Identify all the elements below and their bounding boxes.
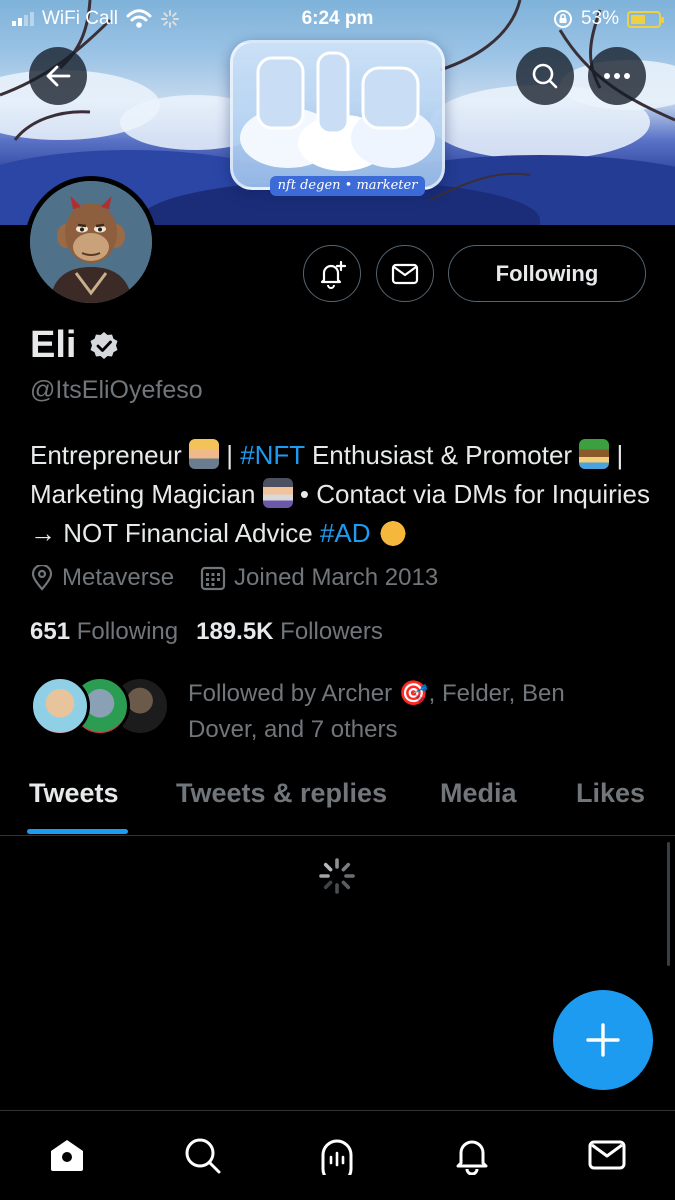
search-icon — [185, 1138, 221, 1174]
tab-likes[interactable]: Likes — [576, 778, 645, 809]
search-button[interactable] — [516, 47, 574, 105]
profile-tabs: Tweets Tweets & replies Media Likes — [0, 760, 675, 836]
back-arrow-icon — [46, 65, 71, 87]
banner-logo — [230, 40, 445, 190]
more-options-button[interactable] — [588, 47, 646, 105]
location-pin-icon — [31, 565, 53, 591]
mutual-avatar-1 — [30, 676, 90, 736]
active-tab-indicator — [27, 829, 128, 834]
following-count: 651 — [30, 618, 71, 645]
tab-media[interactable]: Media — [440, 778, 517, 809]
hashtag-nft-link[interactable]: #NFT — [240, 440, 305, 470]
tab-tweets[interactable]: Tweets — [29, 778, 119, 809]
followers-count-link[interactable]: 189.5K Followers — [196, 618, 383, 646]
handshake-emoji-icon — [377, 517, 408, 547]
desert-island-emoji-icon — [579, 439, 610, 469]
followed-by-text: Followed by Archer 🎯, Felder, Ben Dover,… — [188, 680, 565, 743]
joined-date-label: Joined March 2013 — [234, 564, 439, 591]
compose-tweet-button[interactable] — [553, 990, 653, 1090]
bio-text: | — [218, 440, 241, 470]
banner-tagline: nft degen • marketer — [270, 176, 425, 196]
bio-text: Entrepreneur — [30, 440, 189, 470]
technologist-emoji-icon — [188, 439, 219, 469]
profile-handle: @ItsEliOyefeso — [30, 376, 203, 404]
tab-tweets-and-replies[interactable]: Tweets & replies — [176, 778, 387, 809]
profile-name: Eli — [30, 324, 77, 366]
loading-spinner-icon — [319, 858, 355, 894]
hashtag-ad-link[interactable]: #AD — [320, 518, 371, 548]
profile-bio: Entrepreneur | #NFT Enthusiast & Promote… — [30, 436, 650, 553]
mage-emoji-icon — [262, 478, 293, 508]
battery-icon — [627, 10, 664, 28]
messages-icon — [588, 1140, 626, 1170]
follow-counts: 651 Following 189.5K Followers — [30, 618, 383, 646]
status-bar: WiFi Call 6:24 pm 53% — [0, 0, 675, 38]
envelope-icon — [391, 263, 419, 284]
following-button[interactable]: Following — [448, 245, 646, 302]
notify-button[interactable] — [303, 245, 361, 302]
nav-messages[interactable] — [585, 1133, 629, 1177]
followed-by-section[interactable]: Followed by Archer 🎯, Felder, Ben Dover,… — [30, 676, 608, 748]
battery-percent: 53% — [580, 8, 619, 29]
calendar-icon — [200, 566, 226, 591]
verified-badge-icon — [90, 331, 118, 359]
bio-text: Enthusiast & Promoter — [304, 440, 580, 470]
nav-search[interactable] — [180, 1133, 224, 1177]
profile-name-row: Eli — [30, 324, 120, 367]
back-button[interactable] — [29, 47, 87, 105]
mutual-followers-avatars — [30, 676, 170, 742]
more-dots-icon — [604, 73, 630, 79]
plus-icon — [586, 1023, 620, 1057]
followers-label: Followers — [280, 618, 383, 645]
location-label: Metaverse — [62, 564, 175, 591]
nav-spaces[interactable] — [315, 1133, 359, 1177]
notifications-icon — [456, 1140, 488, 1175]
nav-home[interactable] — [45, 1133, 89, 1177]
bell-plus-icon — [320, 260, 347, 289]
orientation-lock-icon — [553, 10, 572, 28]
following-count-link[interactable]: 651 Following — [30, 618, 178, 646]
profile-avatar[interactable] — [25, 176, 157, 308]
nav-notifications[interactable] — [450, 1133, 494, 1177]
profile-meta: Metaverse Joined March 2013 — [30, 564, 464, 592]
bottom-navigation — [0, 1110, 675, 1200]
ape-avatar-image — [30, 181, 152, 303]
message-button[interactable] — [376, 245, 434, 302]
followers-count: 189.5K — [196, 618, 274, 645]
home-icon — [51, 1140, 83, 1171]
search-icon — [532, 63, 558, 89]
scrollbar[interactable] — [667, 842, 670, 966]
spaces-icon — [321, 1139, 353, 1175]
following-label: Following — [76, 618, 179, 645]
